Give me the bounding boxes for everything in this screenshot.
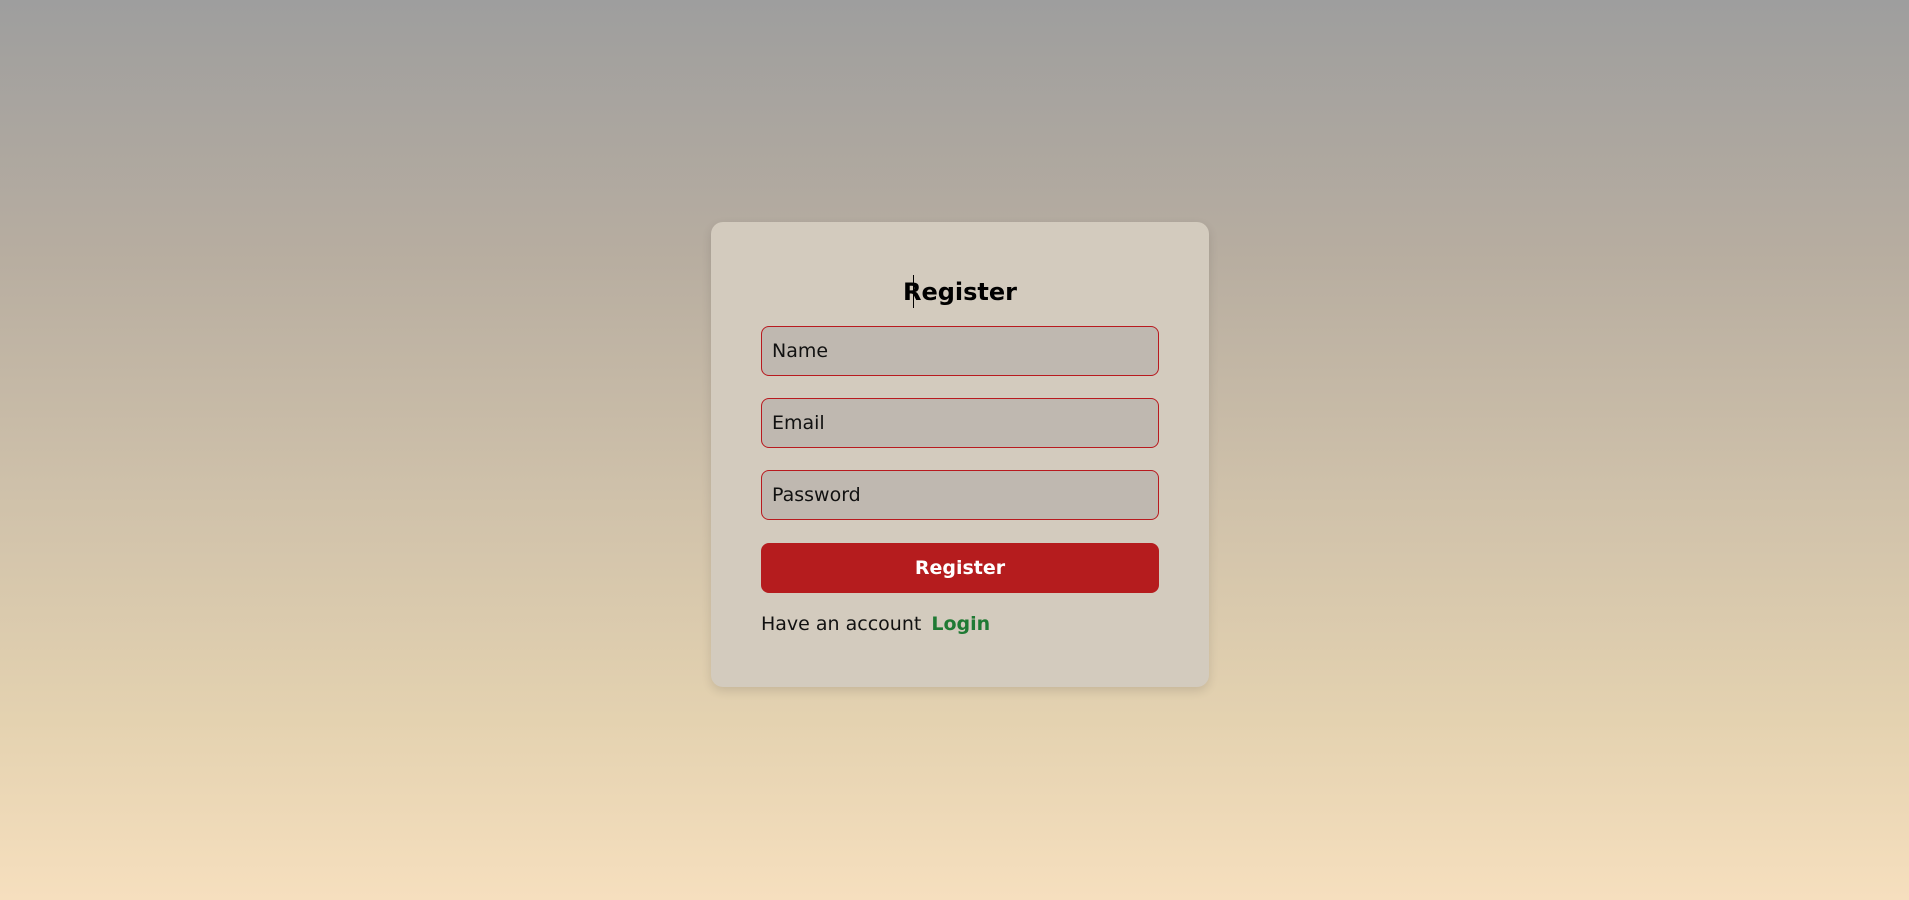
name-input[interactable]	[761, 326, 1159, 376]
login-link[interactable]: Login	[931, 613, 990, 635]
page-title: Register	[902, 278, 1018, 306]
register-button[interactable]: Register	[761, 543, 1159, 593]
password-input[interactable]	[761, 470, 1159, 520]
email-input[interactable]	[761, 398, 1159, 448]
login-prompt-text: Have an account	[761, 613, 922, 635]
register-card: Register Register Have an account Login	[711, 222, 1209, 687]
login-prompt: Have an account Login	[761, 611, 990, 637]
text-caret	[913, 275, 914, 308]
